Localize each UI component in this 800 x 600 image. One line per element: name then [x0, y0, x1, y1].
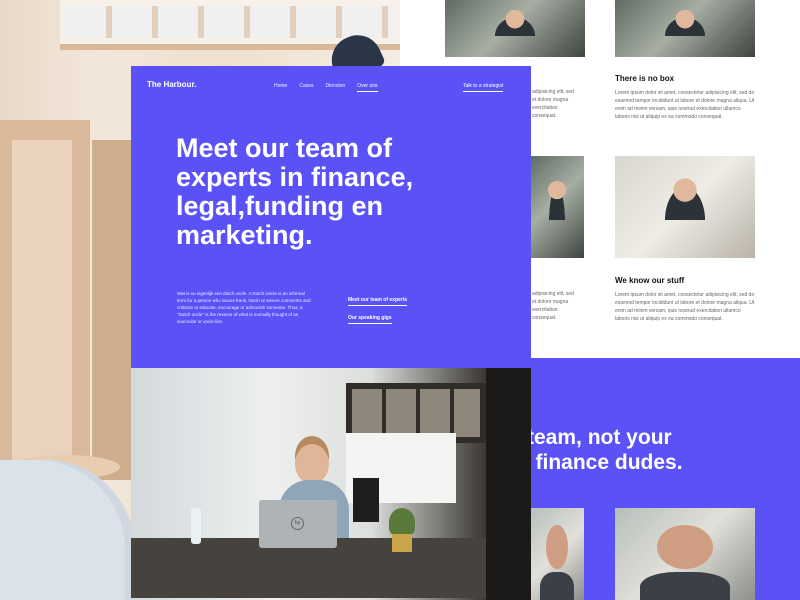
nav-item-diensten[interactable]: Diensten [326, 83, 346, 92]
main-nav: Home Cases Diensten Over ons [274, 83, 390, 92]
partial-text-1: adipisicing elit, sed et dolore magna ex… [532, 89, 574, 119]
office-photo: hp [131, 368, 531, 600]
nav-item-cases[interactable]: Cases [299, 83, 313, 92]
intro-paragraph: Wat is nu eigenlijk een dutch uncle. A D… [177, 291, 311, 324]
block-text-no-box: Lorem ipsum dolor sit amet, consectetur … [615, 90, 755, 120]
team-photo-laptop [445, 0, 585, 57]
team-photo-desk [615, 0, 755, 57]
block-text-know-stuff: Lorem ipsum dolor sit amet, consectetur … [615, 292, 755, 322]
nav-item-home[interactable]: Home [274, 83, 287, 92]
speaking-gigs-link[interactable]: Our speaking gigs [348, 315, 392, 324]
team-photo-woman [615, 156, 755, 258]
logo[interactable]: The Harbour. [147, 80, 196, 89]
office-laptop: hp [259, 500, 337, 548]
office-dark-edge [486, 368, 531, 600]
hero-line-2: experts in finance, [176, 162, 414, 192]
hero-card: The Harbour. Home Cases Diensten Over on… [131, 66, 531, 368]
office-person-head [295, 444, 329, 484]
office-bottle [191, 508, 201, 544]
office-plant [389, 508, 415, 552]
background-chair [0, 460, 135, 600]
partial-text-2: adipisicing elit, sed et dolore magna ex… [532, 291, 574, 321]
team-member-photo-1 [530, 508, 584, 600]
hero-line-4: marketing. [176, 220, 313, 250]
block-title-no-box: There is no box [615, 74, 675, 83]
team-photo-man [530, 156, 584, 258]
hero-heading: Meet our team of experts in finance, leg… [176, 134, 476, 250]
hero-line-1: Meet our team of [176, 133, 393, 163]
office-monitor [353, 478, 379, 522]
block-title-know-stuff: We know our stuff [615, 276, 685, 285]
plant-pot [392, 534, 412, 552]
laptop-logo-icon: hp [291, 517, 304, 530]
talk-to-strategist-link[interactable]: Talk to a strategist [463, 83, 504, 92]
hero-line-3: legal,funding en [176, 191, 383, 221]
background-door-frame [92, 140, 132, 480]
team-member-photo-2 [615, 508, 755, 600]
meet-team-link[interactable]: Meet our team of experts [348, 297, 408, 306]
plant-leaves [389, 508, 415, 536]
nav-item-over-ons[interactable]: Over ons [357, 83, 378, 92]
